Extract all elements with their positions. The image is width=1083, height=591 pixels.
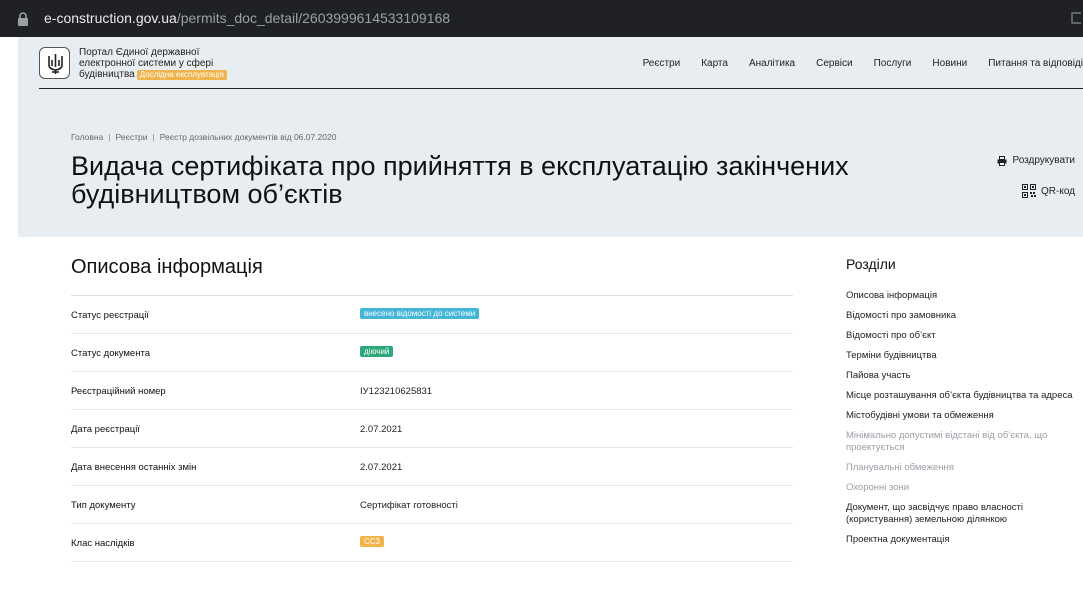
main-nav: Реєстри Карта Аналітика Сервіси Послуги … bbox=[622, 58, 1083, 69]
portal-name[interactable]: Портал Єдиної державної електронної сист… bbox=[79, 47, 279, 80]
row-label: Тип документу bbox=[71, 500, 136, 511]
table-row: Статус документа діючий bbox=[71, 334, 793, 372]
row-value: 2.07.2021 bbox=[360, 462, 403, 473]
sidebar-item-object[interactable]: Відомості про об’єкт bbox=[846, 330, 1083, 342]
table-row: Дата реєстрації 2.07.2021 bbox=[71, 410, 793, 448]
sidebar-item-construction-terms[interactable]: Терміни будівництва bbox=[846, 350, 1083, 362]
qr-code-button[interactable]: QR-код bbox=[1022, 184, 1075, 198]
url-text[interactable]: e-construction.gov.ua/permits_doc_detail… bbox=[44, 10, 450, 26]
sidebar-item-land-ownership[interactable]: Документ, що засвідчує право власності (… bbox=[846, 502, 1083, 526]
breadcrumb-current[interactable]: Реєстр дозвільних документів від 06.07.2… bbox=[160, 132, 337, 142]
row-label: Клас наслідків bbox=[71, 538, 135, 549]
url-path: /permits_doc_detail/2603999614533109168 bbox=[176, 10, 451, 26]
sidebar-item-project-docs[interactable]: Проектна документація bbox=[846, 534, 1083, 546]
qr-code-label: QR-код bbox=[1041, 185, 1075, 197]
portal-name-line2: електронної системи у сфері bbox=[79, 58, 214, 69]
breadcrumb: Головна | Реєстри | Реєстр дозвільних докуме… bbox=[71, 132, 337, 142]
trident-logo-icon[interactable] bbox=[39, 47, 70, 79]
row-value: внесено відомості до системи bbox=[360, 308, 480, 321]
row-label: Статус реєстрації bbox=[71, 310, 149, 321]
browser-address-bar: e-construction.gov.ua/permits_doc_detail… bbox=[0, 0, 1083, 37]
nav-item-services[interactable]: Сервіси bbox=[816, 58, 852, 69]
breadcrumb-home[interactable]: Головна bbox=[71, 132, 103, 142]
page-header: Портал Єдиної державної електронної сист… bbox=[18, 37, 1083, 237]
info-table: Статус реєстрації внесено відомості до с… bbox=[71, 295, 793, 562]
table-row: Статус реєстрації внесено відомості до с… bbox=[71, 296, 793, 334]
sidebar-item-description[interactable]: Описова інформація bbox=[846, 290, 1083, 302]
top-navbar: Портал Єдиної державної електронної сист… bbox=[39, 37, 1083, 89]
print-button[interactable]: Роздрукувати bbox=[997, 155, 1075, 166]
print-label: Роздрукувати bbox=[1012, 155, 1075, 166]
sidebar-item-equity[interactable]: Пайова участь bbox=[846, 370, 1083, 382]
nav-item-registries[interactable]: Реєстри bbox=[643, 58, 681, 69]
portal-name-line1: Портал Єдиної державної bbox=[79, 47, 200, 58]
status-badge: діючий bbox=[360, 346, 394, 357]
table-row: Клас наслідків СС3 bbox=[71, 524, 793, 562]
qr-code-icon bbox=[1022, 184, 1036, 198]
sidebar-item-urban-conditions[interactable]: Містобудівні умови та обмеження bbox=[846, 410, 1083, 422]
status-badge: внесено відомості до системи bbox=[360, 308, 480, 319]
row-label: Дата реєстрації bbox=[71, 424, 140, 435]
sidebar-item-protected-zones: Охоронні зони bbox=[846, 482, 910, 493]
table-row: Дата внесення останніх змін 2.07.2021 bbox=[71, 448, 793, 486]
sidebar-item-location[interactable]: Місце розташування об’єкта будівництва т… bbox=[846, 390, 1083, 402]
row-value: ІУ123210625831 bbox=[360, 386, 433, 397]
nav-item-faq[interactable]: Питання та відповіді bbox=[988, 58, 1083, 69]
sidebar-item-planning-restrictions: Планувальні обмеження bbox=[846, 462, 954, 473]
sidebar-title: Розділи bbox=[846, 256, 896, 272]
sidebar-item-customer[interactable]: Відомості про замовника bbox=[846, 310, 1083, 322]
nav-item-analytics[interactable]: Аналітика bbox=[749, 58, 795, 69]
row-label: Дата внесення останніх змін bbox=[71, 462, 197, 473]
row-value: діючий bbox=[360, 346, 394, 359]
sidebar-list: Описова інформація Відомості про замовни… bbox=[846, 290, 1083, 546]
portal-name-line3: будівництва bbox=[79, 69, 135, 80]
nav-item-map[interactable]: Карта bbox=[701, 58, 728, 69]
breadcrumb-registries[interactable]: Реєстри bbox=[116, 132, 148, 142]
row-value: Сертифікат готовності bbox=[360, 500, 458, 511]
table-row: Тип документу Сертифікат готовності bbox=[71, 486, 793, 524]
table-row: Реєстраційний номер ІУ123210625831 bbox=[71, 372, 793, 410]
nav-item-news[interactable]: Новини bbox=[932, 58, 967, 69]
description-section: Описова інформація Статус реєстрації вне… bbox=[71, 255, 793, 562]
sidebar-item-min-distances: Мінімально допустимі відстані від об’єкт… bbox=[846, 430, 1048, 453]
nav-item-offers[interactable]: Послуги bbox=[874, 58, 912, 69]
omnibox[interactable]: e-construction.gov.ua/permits_doc_detail… bbox=[0, 0, 1083, 37]
row-label: Статус документа bbox=[71, 348, 150, 359]
lock-icon bbox=[18, 12, 28, 26]
extension-icon[interactable] bbox=[1069, 0, 1083, 37]
row-label: Реєстраційний номер bbox=[71, 386, 166, 397]
row-value: СС3 bbox=[360, 536, 385, 549]
sections-sidebar: Розділи Описова інформація Відомості про… bbox=[846, 256, 1083, 554]
printer-icon bbox=[997, 155, 1007, 166]
section-title: Описова інформація bbox=[71, 256, 263, 278]
url-host: e-construction.gov.ua bbox=[44, 10, 177, 26]
row-value: 2.07.2021 bbox=[360, 424, 403, 435]
beta-badge: Дослідна експлуатація bbox=[136, 70, 227, 80]
class-badge: СС3 bbox=[360, 536, 385, 547]
page-title: Видача сертифіката про прийняття в експл… bbox=[71, 151, 849, 209]
